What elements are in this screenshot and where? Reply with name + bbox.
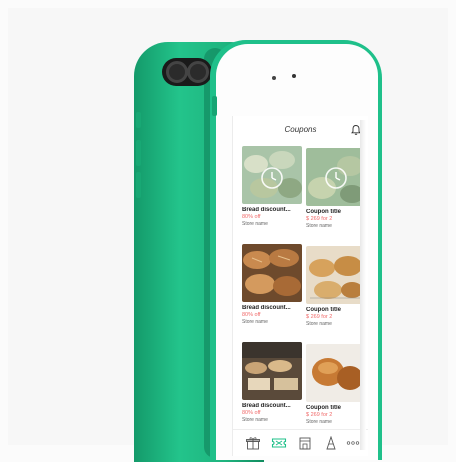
screen-edge-highlight: [360, 120, 366, 450]
coupon-store: Store name: [242, 319, 268, 325]
coupon-price: $ 269 for 2: [306, 216, 333, 222]
coupon-price: $ 269 for 2: [306, 314, 333, 320]
camera-lens-icon: [187, 61, 209, 83]
coupon-price: $ 269 for 2: [306, 412, 333, 418]
volume-up-button: [136, 140, 141, 166]
coupon-store: Store name: [306, 223, 332, 229]
front-camera-icon: [272, 76, 276, 80]
coupon-title: Coupon title: [306, 405, 341, 411]
coupon-title: Bread discount...: [242, 305, 291, 311]
side-button: [212, 96, 217, 116]
coupon-price: 80% off: [242, 214, 261, 220]
store-icon[interactable]: [297, 436, 313, 450]
mute-switch: [136, 112, 141, 128]
bottom-tab-bar: [233, 429, 368, 456]
page-title: Coupons: [284, 125, 317, 134]
coupon-title: Bread discount...: [242, 403, 291, 409]
coupon-store: Store name: [306, 419, 332, 425]
pastry-timer-image: [242, 146, 302, 204]
tower-icon[interactable]: [323, 436, 339, 450]
more-icon[interactable]: [345, 436, 361, 450]
bakery-counter-image: [242, 342, 302, 400]
app-header: Coupons: [233, 116, 368, 144]
coupon-title: Bread discount...: [242, 207, 291, 213]
volume-down-button: [136, 172, 141, 198]
pastry-timer-image: [306, 148, 366, 206]
croissants-image: [306, 246, 366, 304]
coupon-card[interactable]: Bread discount... 80% off Store name: [242, 146, 302, 227]
coupon-card[interactable]: Coupon title $ 269 for 2 Store name: [306, 344, 366, 425]
camera-lens-icon: [166, 61, 188, 83]
coupon-card[interactable]: Bread discount... 80% off Store name: [242, 244, 302, 325]
coupon-store: Store name: [306, 321, 332, 327]
dual-camera-icon: [162, 58, 212, 86]
muffins-image: [306, 344, 366, 402]
coupon-price: 80% off: [242, 410, 261, 416]
coupon-title: Coupon title: [306, 307, 341, 313]
earpiece-icon: [292, 74, 296, 78]
coupon-price: 80% off: [242, 312, 261, 318]
bread-loaves-image: [242, 244, 302, 302]
coupon-store: Store name: [242, 417, 268, 423]
coupon-card[interactable]: Coupon title $ 269 for 2 Store name: [306, 246, 366, 327]
coupon-card[interactable]: Bread discount... 80% off Store name: [242, 342, 302, 423]
coupon-card[interactable]: Coupon title $ 269 for 2 Store name: [306, 148, 366, 229]
gift-icon[interactable]: [245, 436, 261, 450]
app-screen: Coupons Bread discount... 80% off Store …: [232, 116, 368, 456]
coupon-title: Coupon title: [306, 209, 341, 215]
coupon-icon[interactable]: [271, 436, 287, 450]
coupon-store: Store name: [242, 221, 268, 227]
